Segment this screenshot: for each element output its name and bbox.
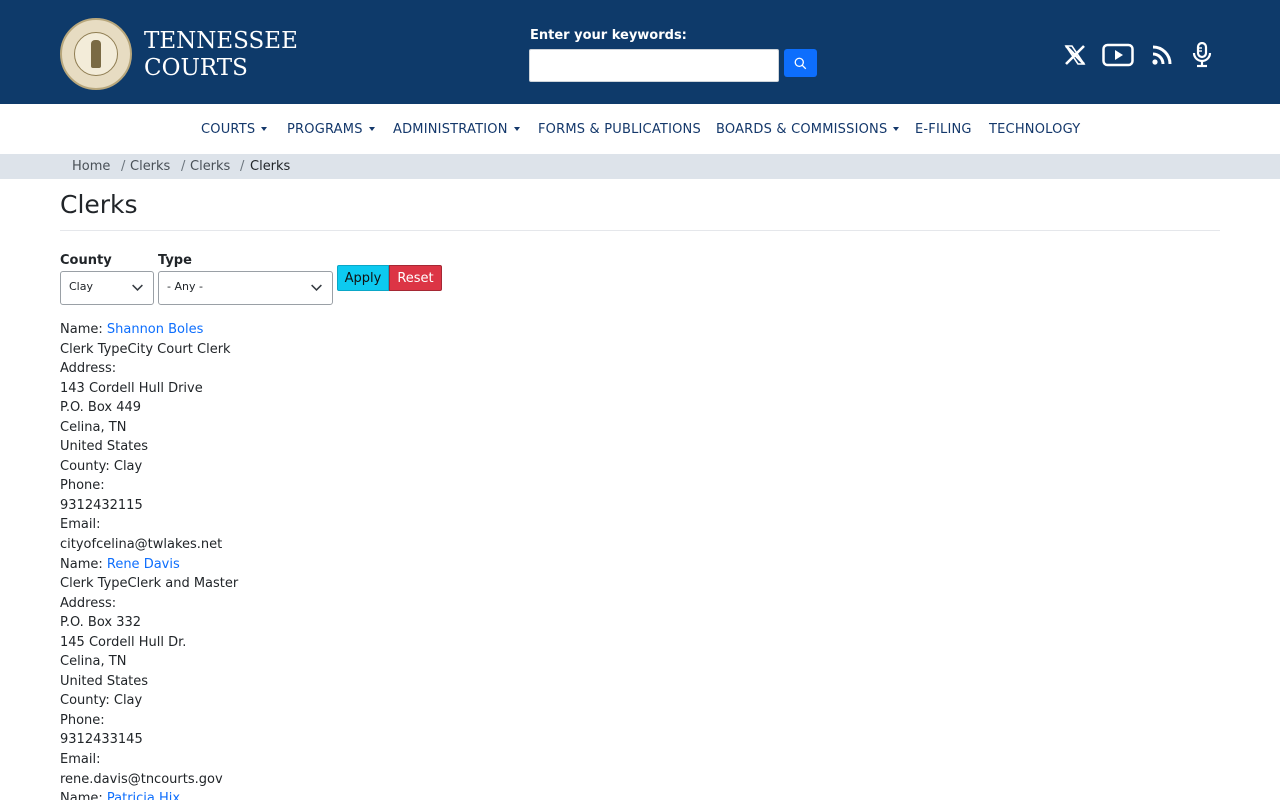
clerk-type: Clerk TypeCity Court Clerk	[60, 341, 231, 357]
clerk-name-link[interactable]: Rene Davis	[107, 557, 180, 572]
seal-justice-figure	[91, 40, 101, 68]
address-line: P.O. Box 332	[60, 615, 142, 631]
clerk-name-link[interactable]: Patricia Hix	[107, 791, 180, 800]
address-line: United States	[60, 673, 149, 689]
rss-icon	[1152, 45, 1172, 65]
x-icon	[1064, 45, 1086, 65]
reset-button[interactable]: Reset	[389, 265, 442, 291]
podcast-microphone-icon	[1192, 42, 1212, 68]
search-icon	[794, 57, 807, 69]
brand-line-1: TENNESSEE	[144, 28, 298, 54]
county-select-value: Clay	[69, 280, 93, 293]
type-select[interactable]: - Any -	[158, 271, 333, 305]
result-name-row: Name: Patricia Hix	[60, 789, 660, 800]
breadcrumb-separator: /	[121, 159, 126, 174]
name-prefix: Name:	[60, 556, 107, 572]
nav-item-label: E-FILING	[915, 122, 972, 137]
search-button[interactable]	[784, 49, 817, 77]
site-header: TENNESSEE COURTS Enter your keywords:	[0, 0, 1280, 104]
nav-item-technology[interactable]: TECHNOLOGY	[989, 122, 1080, 137]
main-nav: COURTS PROGRAMS ADMINISTRATION FORMS & P…	[0, 104, 1280, 154]
caret-down-icon	[368, 127, 375, 131]
county-value: County: Clay	[60, 693, 143, 709]
name-prefix: Name:	[60, 791, 107, 800]
name-prefix: Name:	[60, 322, 107, 337]
nav-item-e-filing[interactable]: E-FILING	[915, 122, 972, 137]
phone-value: 9312433145	[60, 732, 143, 748]
search-label: Enter your keywords:	[530, 28, 687, 43]
caret-down-icon	[893, 127, 900, 131]
email-value: cityofcelina@twlakes.net	[60, 537, 223, 553]
youtube-icon	[1102, 43, 1134, 67]
email-label: Email:	[60, 752, 101, 768]
nav-item-courts[interactable]: COURTS	[201, 122, 268, 137]
site-brand[interactable]: TENNESSEE COURTS	[144, 28, 298, 82]
chevron-down-icon	[311, 284, 322, 291]
nav-item-label: ADMINISTRATION	[393, 122, 508, 137]
nav-item-administration[interactable]: ADMINISTRATION	[393, 122, 520, 137]
nav-item-label: FORMS & PUBLICATIONS	[538, 122, 701, 137]
nav-item-label: TECHNOLOGY	[989, 122, 1081, 137]
county-filter-label: County	[60, 253, 112, 268]
breadcrumb-current: Clerks	[250, 159, 291, 174]
result-name-row: Name: Shannon Boles	[60, 320, 660, 340]
nav-item-label: BOARDS & COMMISSIONS	[716, 122, 888, 137]
type-select-value: - Any -	[167, 280, 203, 293]
caret-down-icon	[513, 127, 520, 131]
breadcrumb-clerks-link[interactable]: Clerks	[190, 159, 230, 174]
youtube-link[interactable]	[1101, 38, 1135, 72]
tennessee-judiciary-seal-logo[interactable]	[60, 18, 132, 90]
phone-value: 9312432115	[60, 497, 143, 513]
address-label: Address:	[60, 595, 117, 611]
clerk-name-link[interactable]: Shannon Boles	[107, 322, 204, 337]
nav-item-label: COURTS	[201, 122, 256, 137]
email-label: Email:	[60, 517, 101, 533]
type-filter-label: Type	[158, 253, 192, 268]
brand-line-2: COURTS	[144, 55, 248, 81]
address-line: Celina, TN	[60, 654, 127, 670]
chevron-down-icon	[132, 284, 143, 291]
breadcrumb-separator: /	[181, 159, 186, 174]
address-label: Address:	[60, 361, 117, 377]
result-name-row: Name: Rene Davis	[60, 555, 660, 575]
phone-label: Phone:	[60, 478, 105, 494]
county-value: County: Clay	[60, 458, 143, 474]
nav-item-forms-publications[interactable]: FORMS & PUBLICATIONS	[538, 122, 701, 137]
caret-down-icon	[261, 127, 268, 131]
breadcrumb-home-link[interactable]: Home	[72, 159, 110, 174]
rss-link[interactable]	[1145, 38, 1179, 72]
county-select[interactable]: Clay	[60, 271, 154, 305]
apply-button[interactable]: Apply	[337, 265, 389, 291]
clerk-results-list: Name: Shannon Boles Clerk TypeCity Court…	[60, 320, 660, 800]
clerk-type: Clerk TypeClerk and Master	[60, 576, 239, 592]
podcast-link[interactable]	[1185, 38, 1219, 72]
address-line: 145 Cordell Hull Dr.	[60, 634, 187, 650]
phone-label: Phone:	[60, 712, 105, 728]
page-title: Clerks	[60, 190, 138, 219]
address-line: United States	[60, 439, 149, 455]
search-input[interactable]	[529, 49, 779, 82]
address-line: Celina, TN	[60, 419, 127, 435]
email-value: rene.davis@tncourts.gov	[60, 771, 223, 787]
nav-item-boards-commissions[interactable]: BOARDS & COMMISSIONS	[716, 122, 900, 137]
breadcrumb-clerks-link[interactable]: Clerks	[130, 159, 170, 174]
breadcrumb: Home / Clerks / Clerks / Clerks	[0, 154, 1280, 179]
nav-item-programs[interactable]: PROGRAMS	[287, 122, 375, 137]
address-line: 143 Cordell Hull Drive	[60, 380, 203, 396]
x-link[interactable]	[1058, 38, 1092, 72]
breadcrumb-separator: /	[240, 159, 245, 174]
nav-item-label: PROGRAMS	[287, 122, 363, 137]
address-line: P.O. Box 449	[60, 400, 142, 416]
title-divider	[60, 230, 1220, 231]
